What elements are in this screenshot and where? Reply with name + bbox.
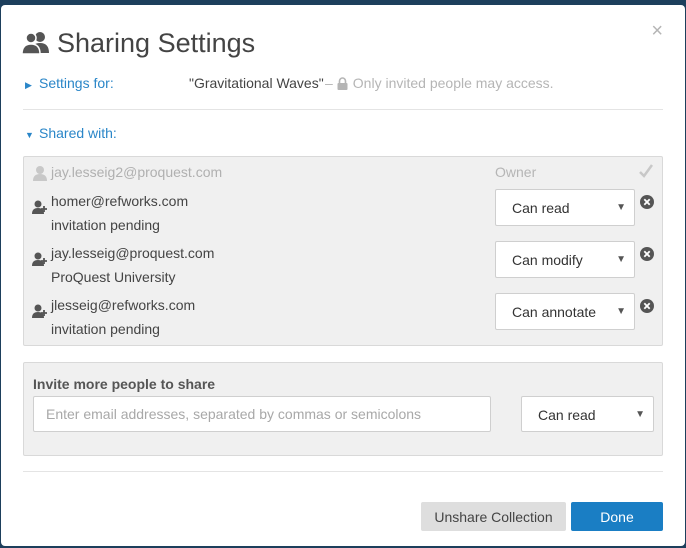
permission-select[interactable]: Can read ▼ [495,189,635,226]
permission-select[interactable]: Can modify ▼ [495,241,635,278]
invite-permission-select[interactable]: Can read ▼ [521,396,654,432]
dialog-header: Sharing Settings [21,25,255,61]
sharing-settings-dialog: Sharing Settings × ▶ Settings for: "Gravi… [1,5,685,546]
done-button[interactable]: Done [571,502,663,531]
owner-email: jay.lesseig2@proquest.com [51,164,223,180]
user-status: invitation pending [51,217,160,233]
user-email: jlesseig@refworks.com [51,297,196,313]
permission-value: Can read [538,407,596,423]
separator: – [325,75,333,91]
user-organization: ProQuest University [51,269,176,285]
user-email: jay.lesseig@proquest.com [51,245,215,261]
shared-with-toggle[interactable]: ▼ Shared with: [25,125,117,141]
dropdown-arrow-icon: ▼ [616,254,626,265]
divider [23,471,663,472]
invite-email-input[interactable] [33,396,491,432]
permission-value: Can modify [512,252,583,268]
caret-down-icon: ▼ [25,130,34,140]
settings-for-row: ▶ Settings for: "Gravitational Waves" – O… [25,75,665,97]
permission-value: Can read [512,200,570,216]
unshare-collection-button[interactable]: Unshare Collection [421,502,566,531]
owner-role: Owner [495,164,537,180]
lock-icon [337,76,348,90]
divider [23,109,663,110]
close-icon[interactable]: × [651,21,663,41]
permission-value: Can annotate [512,304,597,320]
user-pending-icon [32,304,47,318]
settings-for-label: Settings for: [39,75,114,91]
invite-panel: Invite more people to share Can read ▼ [23,362,663,456]
dropdown-arrow-icon: ▼ [616,306,626,317]
shared-with-label: Shared with: [39,125,117,141]
user-email: homer@refworks.com [51,193,189,209]
permission-select[interactable]: Can annotate ▼ [495,293,635,330]
user-status: invitation pending [51,321,160,337]
collection-name: "Gravitational Waves" [189,75,324,91]
caret-right-icon: ▶ [25,80,32,90]
invite-title: Invite more people to share [33,376,216,392]
user-icon [33,166,47,181]
access-note: – Only invited people may access. [325,75,554,91]
access-text: Only invited people may access. [352,75,554,91]
check-icon [639,164,654,178]
user-pending-icon [32,252,47,266]
remove-user-icon[interactable] [640,195,654,209]
shared-users-list: jay.lesseig2@proquest.com Owner homer@re… [23,156,663,346]
dropdown-arrow-icon: ▼ [616,202,626,213]
dialog-title: Sharing Settings [57,27,256,58]
settings-for-toggle[interactable]: ▶ Settings for: [25,75,114,91]
users-icon [21,32,49,55]
remove-user-icon[interactable] [640,299,654,313]
remove-user-icon[interactable] [640,247,654,261]
dropdown-arrow-icon: ▼ [635,409,645,420]
user-pending-icon [32,200,47,214]
